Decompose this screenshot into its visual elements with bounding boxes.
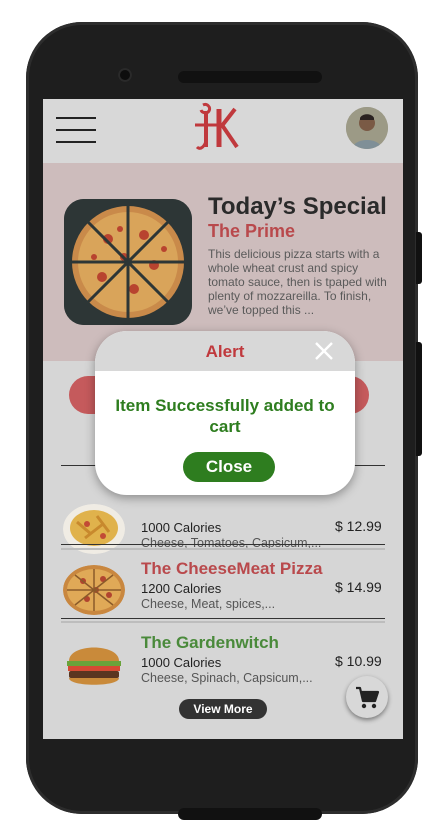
divider bbox=[61, 548, 385, 550]
burger-image bbox=[63, 639, 125, 689]
divider bbox=[61, 544, 385, 545]
pasta-image bbox=[63, 504, 125, 554]
bottom-speaker bbox=[178, 808, 322, 820]
item-price: $ 12.99 bbox=[335, 518, 382, 534]
special-name: The Prime bbox=[208, 221, 296, 241]
view-more-button[interactable]: View More bbox=[179, 699, 267, 719]
menu-item[interactable]: 1000 Calories Cheese, Tomatoes, Capsicum… bbox=[43, 498, 403, 568]
item-calories: 1000 Calories bbox=[141, 520, 222, 535]
item-name: The Gardenwitch bbox=[141, 633, 279, 652]
close-button[interactable]: Close bbox=[183, 452, 275, 482]
top-speaker bbox=[178, 71, 322, 83]
alert-dialog: Alert Item Successfully added to cart Cl… bbox=[95, 331, 355, 495]
item-price: $ 14.99 bbox=[335, 579, 382, 595]
item-calories: 1200 Calories bbox=[141, 581, 222, 596]
item-calories: 1000 Calories bbox=[141, 655, 222, 670]
front-camera bbox=[118, 68, 132, 82]
close-icon[interactable] bbox=[313, 340, 335, 362]
brand-logo bbox=[195, 103, 239, 150]
item-ingredients: Cheese, Spinach, Capsicum,... bbox=[141, 671, 313, 685]
item-ingredients: Cheese, Meat, spices,... bbox=[141, 597, 276, 611]
pizza-image bbox=[63, 565, 125, 615]
special-heading: Today’s Special bbox=[208, 193, 387, 220]
hamburger-menu-icon[interactable] bbox=[56, 117, 96, 143]
special-description: This delicious pizza starts with a whole… bbox=[208, 247, 387, 317]
special-pizza-image bbox=[64, 199, 192, 325]
divider bbox=[61, 621, 385, 623]
item-price: $ 10.99 bbox=[335, 653, 382, 669]
alert-message: Item Successfully added to cart bbox=[115, 396, 335, 436]
cart-icon[interactable] bbox=[346, 676, 388, 718]
volume-button bbox=[416, 342, 422, 456]
app-screen: Today’s Special The Prime This delicious… bbox=[43, 99, 403, 739]
divider bbox=[61, 618, 385, 619]
item-name: The CheeseMeat Pizza bbox=[141, 559, 323, 578]
app-header bbox=[43, 99, 403, 163]
user-avatar[interactable] bbox=[346, 107, 388, 149]
power-button bbox=[416, 232, 422, 284]
